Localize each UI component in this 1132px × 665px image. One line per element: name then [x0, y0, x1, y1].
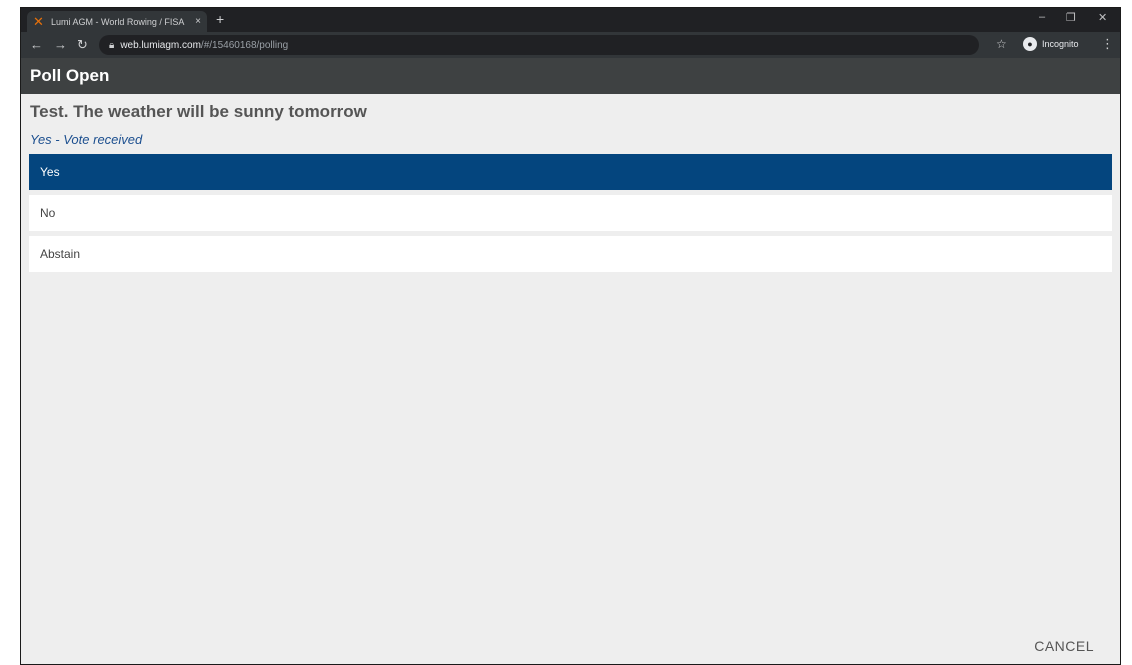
- close-window-icon[interactable]: ✕: [1098, 11, 1107, 24]
- back-arrow-icon[interactable]: ←: [30, 37, 43, 52]
- reload-icon[interactable]: ↻: [77, 37, 88, 53]
- minimize-icon[interactable]: –: [1039, 11, 1045, 23]
- address-bar[interactable]: 🔒︎ web.lumiagm.com /#/15460168/polling: [99, 35, 979, 55]
- browser-tab[interactable]: ✕ Lumi AGM - World Rowing / FISA ×: [27, 11, 207, 32]
- tab-strip: ✕ Lumi AGM - World Rowing / FISA × + – ❐…: [21, 8, 1120, 32]
- lock-icon: 🔒︎: [109, 39, 115, 51]
- vote-status: Yes - Vote received: [30, 132, 143, 147]
- lumi-logo-icon: ✕: [33, 13, 44, 29]
- poll-option-no[interactable]: No: [29, 195, 1112, 231]
- star-icon[interactable]: ☆: [996, 37, 1007, 51]
- url-host: web.lumiagm.com: [120, 39, 201, 51]
- forward-arrow-icon[interactable]: →: [54, 37, 67, 52]
- poll-options: Yes No Abstain: [29, 154, 1112, 272]
- close-tab-icon[interactable]: ×: [195, 16, 201, 27]
- tab-title: Lumi AGM - World Rowing / FISA: [51, 16, 185, 27]
- restore-icon[interactable]: ❐: [1066, 11, 1076, 24]
- poll-option-abstain[interactable]: Abstain: [29, 236, 1112, 272]
- more-vert-icon[interactable]: ⋮: [1101, 36, 1114, 52]
- new-tab-button[interactable]: +: [216, 11, 224, 27]
- browser-window: ✕ Lumi AGM - World Rowing / FISA × + – ❐…: [20, 7, 1121, 665]
- cancel-button[interactable]: CANCEL: [1034, 638, 1094, 654]
- incognito-indicator[interactable]: ● Incognito: [1023, 37, 1079, 51]
- page-title: Poll Open: [30, 66, 110, 85]
- incognito-label: Incognito: [1042, 39, 1079, 49]
- app-header: Poll Open: [21, 58, 1120, 94]
- incognito-icon: ●: [1023, 37, 1037, 51]
- poll-option-yes[interactable]: Yes: [29, 154, 1112, 190]
- browser-toolbar: ← → ↻ 🔒︎ web.lumiagm.com /#/15460168/pol…: [21, 32, 1120, 58]
- poll-content: Test. The weather will be sunny tomorrow…: [21, 102, 1120, 272]
- poll-question: Test. The weather will be sunny tomorrow: [30, 102, 367, 121]
- url-path: /#/15460168/polling: [200, 39, 289, 51]
